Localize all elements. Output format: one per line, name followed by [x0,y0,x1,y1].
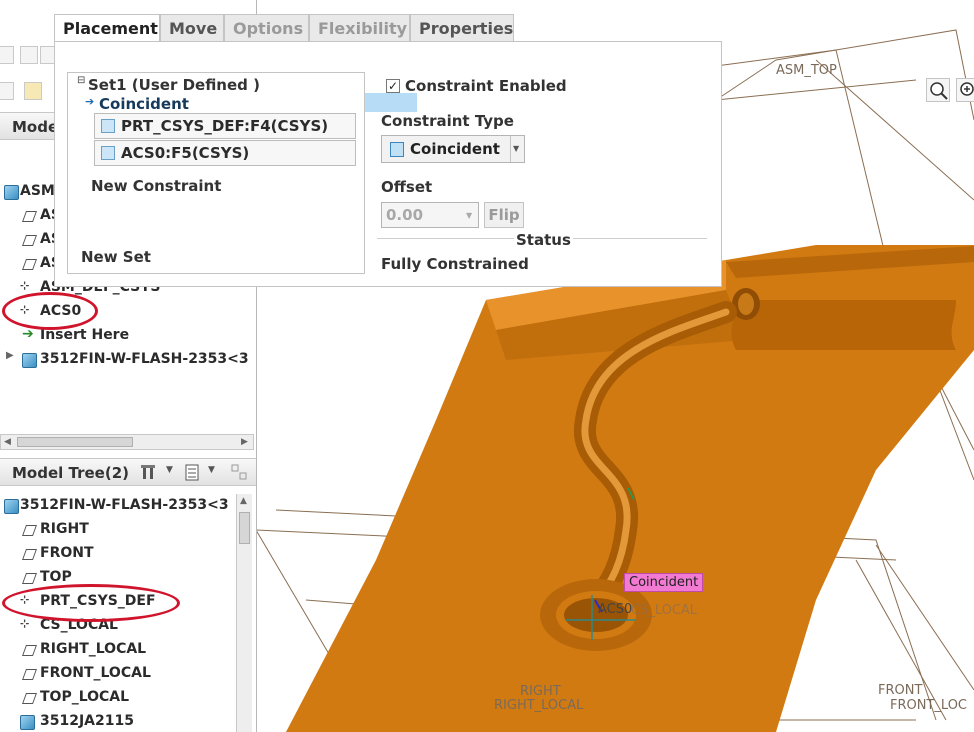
reference-label: ACS0:F5(CSYS) [121,144,250,162]
constraint-type-dropdown[interactable]: Coincident ▼ [381,135,525,163]
highlight-oval-prt-csys-def [2,584,180,622]
current-constraint-arrow-icon: ➔ [85,95,95,108]
status-value: Fully Constrained [381,255,529,273]
acs0-label: ACS0 [598,602,633,617]
reference-label: PRT_CSYS_DEF:F4(CSYS) [121,117,329,135]
highlight-oval-acs0 [2,292,98,330]
reference-prt-csys-def[interactable]: PRT_CSYS_DEF:F4(CSYS) [94,113,356,139]
magnifier-plus-icon [960,82,974,96]
part-geometry [286,245,974,732]
right-datum-label: RIGHT [520,684,561,699]
tree-item-label: FRONT [40,545,94,561]
datum-plane-icon [21,211,38,222]
tree-item-label: TOP_LOCAL [40,689,130,705]
scroll-thumb[interactable] [17,437,133,447]
part-icon [20,715,35,730]
coincident-annotation[interactable]: Coincident [624,573,704,592]
reference-acs0[interactable]: ACS0:F5(CSYS) [94,140,356,166]
csys-icon: ⊹ [20,617,30,630]
scroll-thumb[interactable] [239,512,250,544]
set-title[interactable]: Set1 (User Defined ) [88,76,260,94]
csys-reference-icon [101,146,115,160]
tree2-vertical-scrollbar[interactable]: ▲ [236,494,252,732]
model-tree-2-title: Model Tree(2) [12,464,129,482]
scroll-right-icon[interactable]: ▶ [241,437,248,447]
offset-input[interactable]: 0.00 ▼ [381,202,479,228]
tree-item-label: 3512JA2115 [40,713,134,729]
constraint-type-value: Coincident [410,140,500,158]
datum-plane-icon [21,549,38,560]
assembly-icon [4,185,19,200]
open-icon[interactable] [20,46,38,64]
tree-item-label: TOP [40,569,72,585]
front-datum-label: FRONT [878,683,923,698]
model-tree-2-header: Model Tree(2) ▼ ▼ [0,458,256,486]
constraint-coincident[interactable]: Coincident [99,95,189,113]
tab-properties[interactable]: Properties [410,14,514,42]
show-list-icon[interactable] [184,463,202,483]
status-label: Status [514,231,573,249]
expand-arrow-icon[interactable]: ▶ [6,350,19,363]
datum-plane-icon [21,573,38,584]
tree1-horizontal-scrollbar[interactable]: ◀ ▶ [0,434,254,450]
right-local-datum-label: RIGHT_LOCAL [494,698,584,713]
zoom-in-button[interactable] [926,78,950,102]
coincident-icon [390,142,404,157]
new-icon[interactable] [0,46,14,64]
datum-plane-icon [21,259,38,270]
scroll-left-icon[interactable]: ◀ [4,437,11,447]
scroll-up-icon[interactable]: ▲ [240,496,247,506]
tab-flexibility[interactable]: Flexibility [309,14,410,42]
offset-value: 0.00 [386,206,424,224]
csys-reference-icon [101,119,115,133]
constraint-enabled-checkbox[interactable]: ✓ [386,79,400,93]
offset-label: Offset [381,178,433,196]
settings-tools-icon[interactable] [140,463,160,483]
chevron-down-icon: ▼ [513,144,520,153]
flip-button[interactable]: Flip [484,202,524,228]
chevron-down-icon[interactable]: ▼ [166,465,173,475]
tab-placement[interactable]: Placement [54,14,160,42]
zoom-in-icon [930,82,948,100]
tree-item-label: RIGHT_LOCAL [40,641,147,657]
tree-filter-icon[interactable] [230,463,250,483]
new-set-link[interactable]: New Set [81,248,151,266]
model-tree-tab-icon[interactable] [0,82,14,100]
tree-item-label: RIGHT [40,521,89,537]
tree-item-label: 3512FIN-W-FLASH-2353<3 [20,497,229,513]
part-icon [4,499,19,514]
tab-options[interactable]: Options [224,14,309,42]
chevron-down-icon: ▼ [466,211,473,220]
csys-icon: ⊹ [20,279,30,292]
new-constraint-link[interactable]: New Constraint [91,177,221,195]
constraint-enabled-label: Constraint Enabled [405,77,567,95]
tree-item-label: 3512FIN-W-FLASH-2353<3 [40,351,249,367]
part-icon [22,353,37,368]
model-tree-title: Mode [12,118,59,136]
tab-move[interactable]: Move [160,14,224,42]
asm-top-label: ASM_TOP [776,63,837,78]
datum-plane-icon [21,525,38,536]
constraint-set-box: ⊟ Set1 (User Defined ) ➔ Coincident PRT_… [67,72,365,274]
datum-plane-icon [21,645,38,656]
datum-plane-icon [21,693,38,704]
collapse-icon[interactable]: ⊟ [77,75,85,86]
placement-panel: ⊟ Set1 (User Defined ) ➔ Coincident PRT_… [54,41,722,287]
chevron-down-icon[interactable]: ▼ [208,465,215,475]
constraint-type-label: Constraint Type [381,112,514,130]
tree-item-label: ASM [20,183,55,199]
datum-plane-icon [21,669,38,680]
tree-item-label: FRONT_LOCAL [40,665,151,681]
cs-local-label: CS_LOCAL [631,603,698,618]
front-local-datum-label: FRONT_LOC [890,698,967,713]
datum-plane-icon [21,235,38,246]
refit-button[interactable] [956,78,974,102]
folder-browser-tab-icon[interactable] [24,82,42,100]
